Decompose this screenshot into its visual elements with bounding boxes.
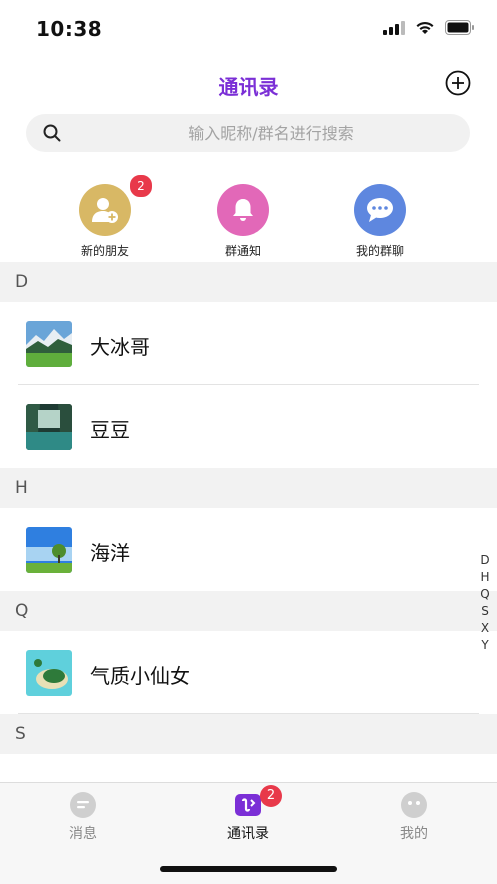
tab-contacts-badge: 2 <box>260 785 282 807</box>
home-indicator <box>160 866 337 872</box>
my-groups-button[interactable]: 我的群聊 <box>330 180 430 259</box>
section-header-q: Q <box>0 591 497 631</box>
message-icon <box>69 791 97 819</box>
wifi-icon <box>416 21 434 34</box>
contact-row[interactable]: 大冰哥 <box>0 302 497 385</box>
contact-row[interactable]: 气质小仙女 <box>0 631 497 714</box>
avatar <box>26 404 72 450</box>
tab-contacts-label: 通讯录 <box>227 826 269 842</box>
contacts-icon: 2 <box>234 785 282 819</box>
contact-name: 气质小仙女 <box>90 664 190 688</box>
avatar <box>26 321 72 367</box>
battery-icon <box>445 20 474 35</box>
index-letter[interactable]: S <box>478 603 492 620</box>
index-letter[interactable]: D <box>478 552 492 569</box>
status-icons <box>383 20 475 35</box>
profile-face-icon <box>400 791 428 819</box>
contact-name: 豆豆 <box>90 418 130 442</box>
group-notice-icon-circle <box>217 184 269 236</box>
bell-icon <box>233 199 253 221</box>
search-icon <box>43 124 61 142</box>
my-groups-label: 我的群聊 <box>355 244 404 258</box>
status-bar: 10:38 <box>0 0 497 58</box>
section-header-d: D <box>0 262 497 302</box>
tab-messages[interactable]: 消息 <box>23 791 143 843</box>
tab-contacts[interactable]: 2 通讯录 <box>188 785 308 843</box>
index-letter[interactable]: X <box>478 620 492 637</box>
new-friends-label: 新的朋友 <box>80 244 129 258</box>
tab-profile[interactable]: 我的 <box>354 791 474 843</box>
page-title: 通讯录 <box>218 75 279 99</box>
new-friends-badge: 2 <box>129 174 153 198</box>
search-input[interactable] <box>86 114 456 152</box>
contact-name: 大冰哥 <box>90 335 150 359</box>
plus-circle-icon[interactable] <box>445 70 471 96</box>
contact-list[interactable]: D 大冰哥 豆豆 H 海洋 Q 气质小仙女 S <box>0 262 497 754</box>
avatar <box>26 527 72 573</box>
search-bar[interactable] <box>26 114 470 152</box>
contact-row[interactable]: 豆豆 <box>0 385 497 468</box>
contact-row[interactable]: 海洋 <box>0 508 497 591</box>
avatar <box>26 650 72 696</box>
chat-bubbles-icon <box>367 198 393 222</box>
index-letter[interactable]: H <box>478 569 492 586</box>
status-time: 10:38 <box>36 17 103 41</box>
group-notice-label: 群通知 <box>224 244 261 258</box>
section-header-h: H <box>0 468 497 508</box>
tab-profile-label: 我的 <box>400 826 428 842</box>
nav-header: 通讯录 <box>0 62 497 106</box>
contact-name: 海洋 <box>90 541 130 565</box>
alphabet-index[interactable]: D H Q S X Y <box>478 552 492 654</box>
section-header-s: S <box>0 714 497 754</box>
index-letter[interactable]: Q <box>478 586 492 603</box>
new-friends-button[interactable]: 2 新的朋友 <box>55 174 155 259</box>
divider <box>18 713 479 714</box>
cellular-signal-icon <box>383 20 405 35</box>
add-user-icon <box>92 198 118 223</box>
new-friends-icon-circle: 2 <box>79 174 153 236</box>
my-groups-icon-circle <box>354 184 406 236</box>
group-notice-button[interactable]: 群通知 <box>193 180 293 259</box>
index-letter[interactable]: Y <box>478 637 492 654</box>
quick-actions: 2 新的朋友 群通知 我的群聊 <box>0 174 497 262</box>
tab-messages-label: 消息 <box>69 826 97 842</box>
